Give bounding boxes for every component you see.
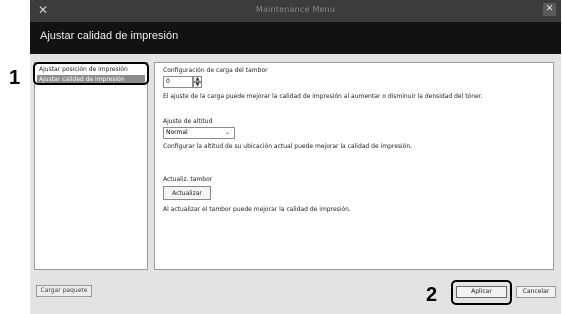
maintenance-window: ✕ Maintenance Menu ✕ Ajustar calidad de … xyxy=(30,0,561,314)
apply-highlight-ring xyxy=(451,280,512,305)
drum-charge-label: Configuración de carga del tambor xyxy=(163,67,268,74)
load-package-button[interactable]: Cargar paquete xyxy=(36,285,92,297)
settings-panel: Configuración de carga del tambor 0 ▲ ▼ … xyxy=(154,62,554,270)
altitude-label: Ajuste de altitud xyxy=(163,118,213,125)
sidebar-list: Ajustar posición de impresión Ajustar ca… xyxy=(34,62,148,270)
drum-charge-input[interactable]: 0 xyxy=(163,76,193,88)
altitude-selected-value: Normal xyxy=(166,129,188,136)
cancel-button[interactable]: Cancelar xyxy=(516,286,556,298)
content-area: Ajustar posición de impresión Ajustar ca… xyxy=(30,54,561,314)
callout-1: 1 xyxy=(9,67,21,89)
close-button[interactable]: ✕ xyxy=(543,3,556,16)
refresh-drum-button[interactable]: Actualizar xyxy=(163,186,211,200)
callout-2: 2 xyxy=(426,284,438,306)
spin-down-icon: ▼ xyxy=(195,82,200,88)
window-title: Maintenance Menu xyxy=(255,5,336,14)
close-icon: ✕ xyxy=(545,4,554,14)
altitude-help: Configurar la altitud de su ubicación ac… xyxy=(163,143,413,150)
altitude-select[interactable]: Normal ⌄ xyxy=(163,127,235,139)
drum-charge-help: El ajuste de la carga puede mejorar la c… xyxy=(163,93,483,100)
spin-down-button[interactable]: ▼ xyxy=(193,82,202,88)
refresh-drum-help: Al actualizar el tambor puede mejorar la… xyxy=(163,206,351,213)
page-title: Ajustar calidad de impresión xyxy=(40,30,179,42)
refresh-drum-label: Actualiz. tambor xyxy=(163,176,213,183)
title-bar: ✕ Maintenance Menu ✕ xyxy=(30,0,561,22)
sidebar-highlight-ring xyxy=(33,62,149,85)
chevron-down-icon: ⌄ xyxy=(224,129,230,136)
